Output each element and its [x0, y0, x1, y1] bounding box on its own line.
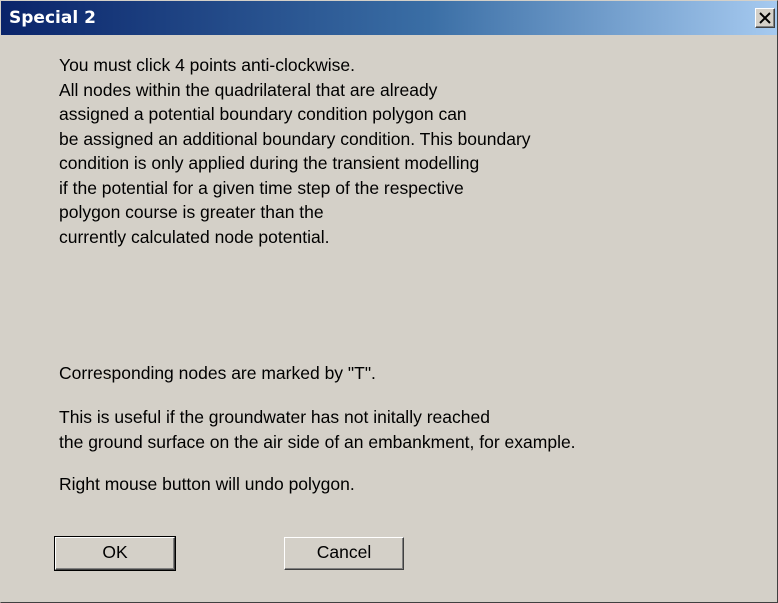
useful-note-line: This is useful if the groundwater has no… [59, 407, 490, 427]
instruction-line: if the potential for a given time step o… [59, 177, 464, 198]
instruction-line: You must click 4 points anti-clockwise. [59, 55, 356, 75]
close-icon [759, 12, 771, 24]
ok-button[interactable]: OK [54, 536, 176, 571]
window-title: Special 2 [9, 8, 96, 28]
instruction-text: You must click 4 points anti-clockwise. … [59, 53, 531, 249]
cancel-button[interactable]: Cancel [284, 537, 404, 570]
title-bar[interactable]: Special 2 [1, 1, 777, 35]
instruction-line: All nodes within the quadrilateral that … [59, 79, 438, 100]
useful-note-text: This is useful if the groundwater has no… [59, 405, 576, 455]
instruction-line: condition is only applied during the tra… [59, 153, 480, 173]
special-2-dialog: Special 2 You must click 4 points anti-c… [0, 0, 778, 603]
close-button[interactable] [755, 8, 775, 28]
instruction-line: assigned a potential boundary condition … [59, 104, 467, 124]
nodes-note-text: Corresponding nodes are marked by "T". [59, 363, 376, 383]
useful-note-line: the ground surface on the air side of an… [59, 432, 576, 452]
instruction-line: polygon course is greater than the [59, 202, 324, 222]
instruction-line: be assigned an additional boundary condi… [59, 128, 531, 149]
instruction-line: currently calculated node potential. [59, 226, 330, 247]
undo-note-text: Right mouse button will undo polygon. [59, 474, 355, 494]
